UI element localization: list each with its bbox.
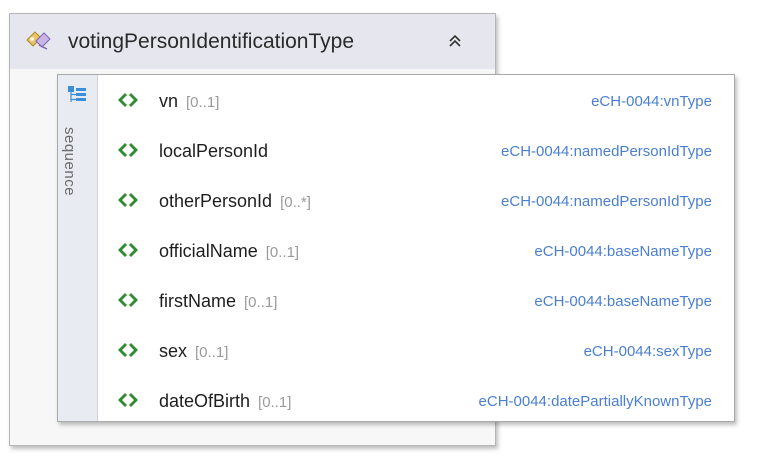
complex-type-icon bbox=[26, 31, 51, 50]
element-name: sex [0..1] bbox=[159, 341, 229, 361]
sequence-elements: vn [0..1] eCH-0044:vnType localPersonId e… bbox=[98, 75, 734, 421]
element-occurrence: [0..1] bbox=[265, 244, 300, 261]
element-occurrence: [0..1] bbox=[186, 94, 220, 111]
element-row[interactable]: localPersonId eCH-0044:namedPersonIdType bbox=[98, 127, 734, 177]
element-icon bbox=[118, 293, 138, 307]
double-chevron-up-icon[interactable] bbox=[446, 32, 464, 50]
element-name: localPersonId bbox=[159, 141, 269, 161]
element-row[interactable]: sex [0..1] eCH-0044:sexType bbox=[98, 327, 734, 377]
element-icon bbox=[118, 143, 138, 157]
complex-type-title: votingPersonIdentificationType bbox=[68, 30, 355, 53]
element-row[interactable]: otherPersonId [0..*] eCH-0044:namedPerson… bbox=[98, 177, 734, 227]
element-type-link[interactable]: eCH-0044:datePartiallyKnownType bbox=[479, 393, 712, 410]
element-name: dateOfBirth [0..1] bbox=[159, 391, 292, 411]
element-occurrence: [0..1] bbox=[244, 294, 278, 311]
element-name: otherPersonId [0..*] bbox=[159, 191, 311, 211]
element-row[interactable]: officialName [0..1] eCH-0044:baseNameType bbox=[98, 227, 734, 277]
element-occurrence: [0..*] bbox=[280, 194, 311, 211]
element-row[interactable]: firstName [0..1] eCH-0044:baseNameType bbox=[98, 277, 734, 327]
element-type-link[interactable]: eCH-0044:namedPersonIdType bbox=[501, 193, 712, 210]
element-type-link[interactable]: eCH-0044:baseNameType bbox=[534, 243, 712, 260]
element-row[interactable]: vn [0..1] eCH-0044:vnType bbox=[98, 77, 734, 127]
sequence-box: sequence vn [0..1] eCH-0044:vnType localP… bbox=[57, 74, 735, 422]
sequence-label: sequence bbox=[61, 127, 78, 197]
complex-type-header[interactable]: votingPersonIdentificationType bbox=[10, 14, 495, 69]
element-occurrence: [0..1] bbox=[195, 344, 229, 361]
element-icon bbox=[118, 193, 138, 207]
element-icon bbox=[118, 243, 138, 257]
element-type-link[interactable]: eCH-0044:baseNameType bbox=[534, 293, 712, 310]
element-type-link[interactable]: eCH-0044:namedPersonIdType bbox=[501, 143, 712, 160]
sequence-strip[interactable]: sequence bbox=[58, 75, 98, 421]
element-row[interactable]: dateOfBirth [0..1] eCH-0044:datePartially… bbox=[98, 377, 734, 427]
element-icon bbox=[118, 93, 138, 107]
element-name: officialName [0..1] bbox=[159, 241, 300, 261]
element-icon bbox=[118, 393, 138, 407]
element-name: firstName [0..1] bbox=[159, 291, 278, 311]
element-type-link[interactable]: eCH-0044:sexType bbox=[584, 343, 712, 360]
element-icon bbox=[118, 343, 138, 357]
element-occurrence: [0..1] bbox=[258, 394, 292, 411]
element-type-link[interactable]: eCH-0044:vnType bbox=[591, 93, 712, 110]
element-name: vn [0..1] bbox=[159, 91, 220, 111]
sequence-icon bbox=[68, 86, 86, 102]
